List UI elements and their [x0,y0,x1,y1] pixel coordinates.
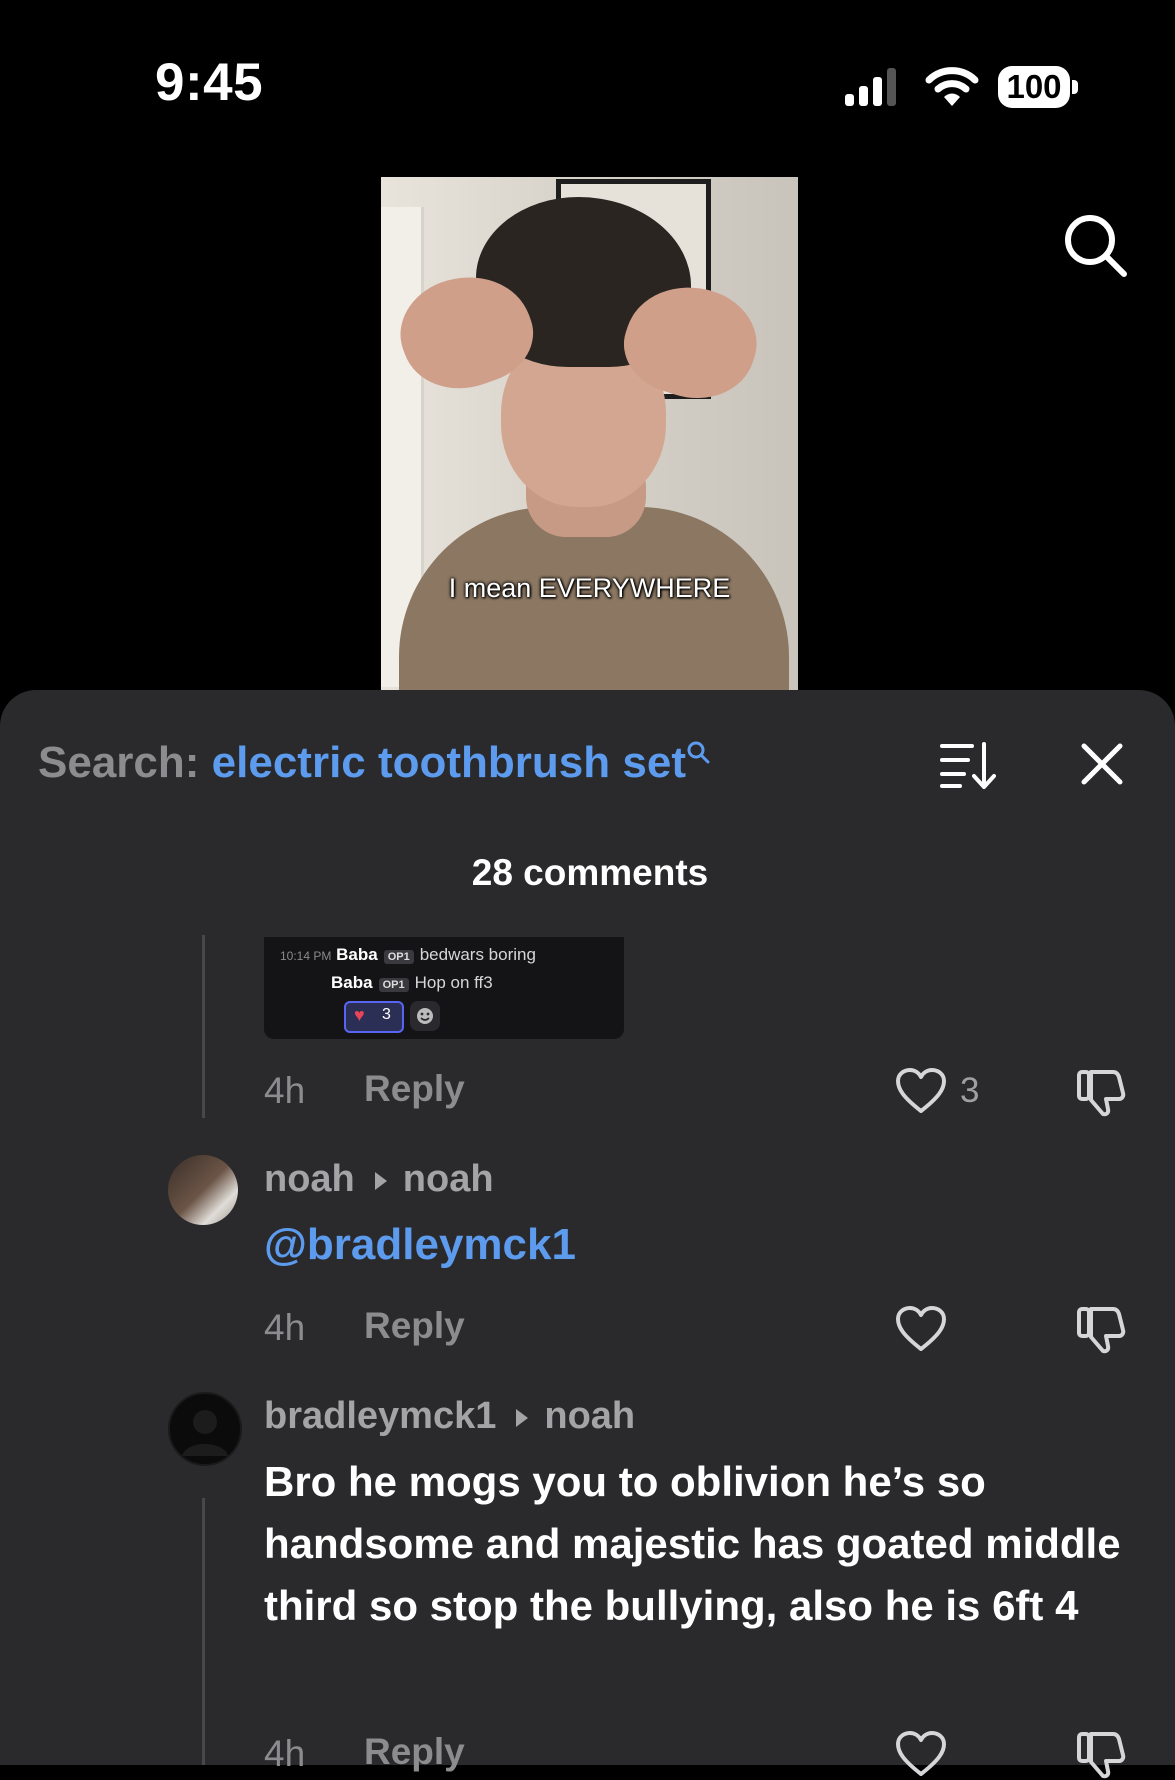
embed-line-1: 10:14 PM Baba OP1 bedwars boring [280,945,536,965]
comment-image-attachment[interactable]: 10:14 PM Baba OP1 bedwars boring Baba OP1 Ho… [264,937,624,1039]
embed-tag: OP1 [378,978,409,992]
battery-nub [1072,80,1078,94]
embed-reaction: ♥ 3 [344,1001,404,1033]
reply-arrow-icon [516,1408,529,1427]
thread-line [202,1498,205,1765]
embed-username: Baba [331,973,373,992]
video-caption: I mean EVERYWHERE [448,573,731,603]
reply-arrow-icon [374,1171,387,1190]
sort-icon[interactable] [940,740,996,790]
embed-timestamp: 10:14 PM [280,949,332,963]
battery-icon: 100 [998,66,1080,108]
embed-message: bedwars boring [419,945,536,964]
comment-timestamp: 4h [264,1307,306,1348]
mention-link[interactable]: @bradleymck1 [264,1220,576,1270]
like-count: 3 [960,1071,980,1110]
reply-to-author[interactable]: noah [403,1158,494,1200]
dislike-icon[interactable] [1075,1066,1127,1118]
embed-message: Hop on ff3 [414,973,493,992]
comment-author-line: noah noah [264,1158,494,1201]
battery-level: 100 [998,66,1070,108]
video-thumbnail[interactable]: I mean EVERYWHERE [381,177,798,690]
close-icon[interactable] [1080,742,1124,786]
thread-line [202,935,205,1118]
dislike-icon[interactable] [1075,1728,1127,1780]
embed-reaction-count: 3 [382,1006,391,1023]
default-avatar-icon [182,1410,228,1456]
reply-button[interactable]: Reply [364,1731,465,1773]
like-heart-icon[interactable] [895,1305,947,1353]
add-reaction-icon [410,1001,440,1031]
reply-button[interactable]: Reply [364,1068,465,1110]
status-time: 9:45 [155,53,264,112]
reply-button[interactable]: Reply [364,1305,465,1347]
comments-search-bar[interactable]: Search: electric toothbrush set [38,738,710,788]
avatar[interactable] [168,1155,238,1225]
comment-author-line: bradleymck1 noah [264,1395,635,1438]
search-label: Search: [38,738,200,787]
like-heart-icon[interactable] [895,1067,947,1115]
avatar[interactable] [168,1392,242,1466]
embed-tag: OP1 [383,950,414,964]
comment-text: Bro he mogs you to oblivion he’s so hand… [264,1458,1121,1629]
dislike-icon[interactable] [1075,1303,1127,1355]
comment-author[interactable]: bradleymck1 [264,1395,496,1437]
search-icon[interactable] [1062,212,1128,278]
like-heart-icon[interactable] [895,1730,947,1778]
search-query-link[interactable]: electric toothbrush set [212,738,686,787]
comment-author[interactable]: noah [264,1158,355,1200]
cellular-signal-icon [845,68,896,106]
wifi-icon [925,67,979,106]
comment-timestamp: 4h [264,1070,306,1111]
embed-line-2: Baba OP1 Hop on ff3 [331,973,493,993]
comment-timestamp: 4h [264,1733,306,1774]
reply-to-author[interactable]: noah [544,1395,635,1437]
comment-count: 28 comments [471,852,709,893]
search-query-icon [687,741,710,764]
heart-emoji-icon: ♥ [354,1005,365,1025]
embed-username: Baba [336,945,378,964]
